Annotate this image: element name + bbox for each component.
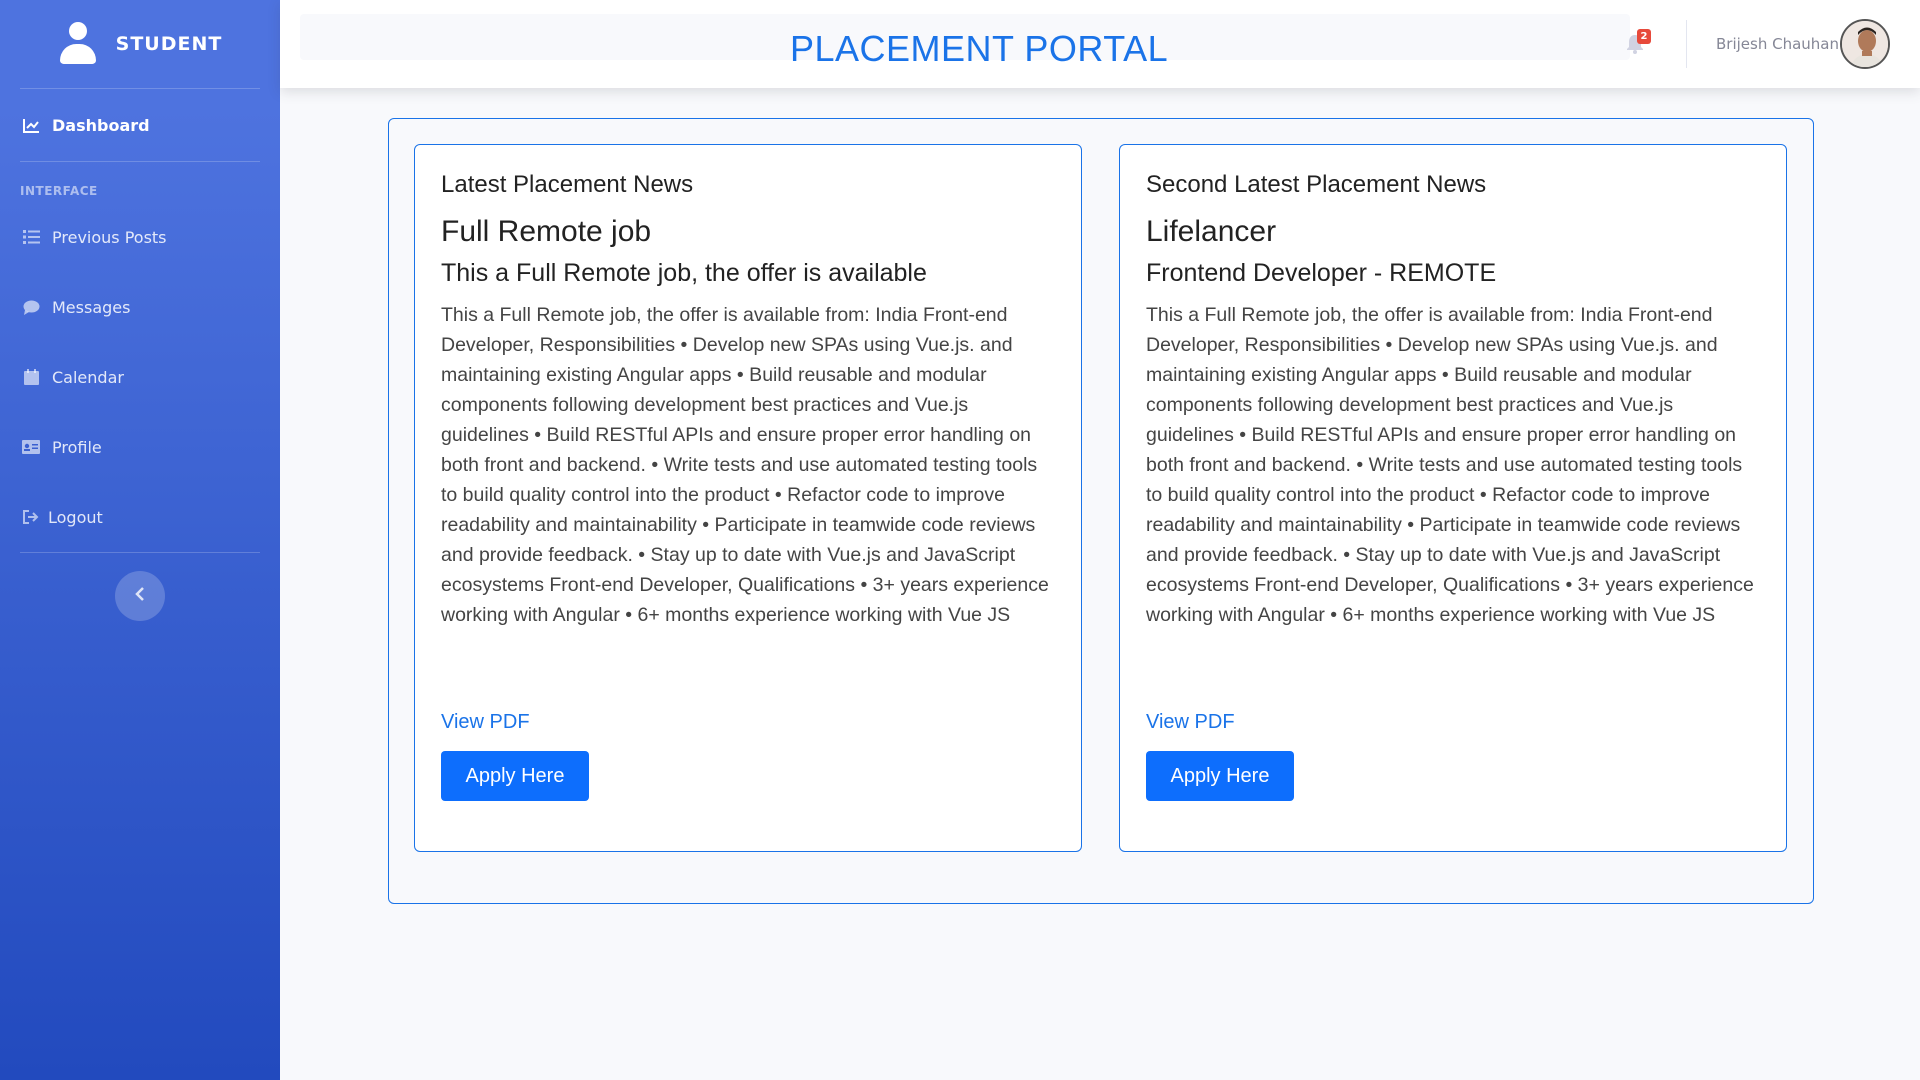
sidebar-item-messages[interactable]: Messages bbox=[0, 272, 280, 342]
card-section-title: Second Latest Placement News bbox=[1146, 171, 1487, 198]
user-name[interactable]: Brijesh Chauhan bbox=[1716, 35, 1839, 53]
sidebar-brand[interactable]: STUDENT bbox=[0, 0, 280, 88]
sidebar-item-profile[interactable]: Profile bbox=[0, 412, 280, 482]
sidebar-item-label: Logout bbox=[48, 507, 103, 527]
sidebar-toggle-button[interactable] bbox=[115, 571, 165, 621]
page-title: PLACEMENT PORTAL bbox=[790, 28, 1169, 69]
id-card-icon bbox=[22, 438, 40, 456]
view-pdf-link[interactable]: View PDF bbox=[1146, 711, 1235, 734]
sidebar-heading: INTERFACE bbox=[20, 184, 98, 198]
notification-badge: 2 bbox=[1637, 29, 1651, 44]
sidebar-item-label: Messages bbox=[52, 297, 131, 317]
sidebar-item-dashboard[interactable]: Dashboard bbox=[0, 89, 280, 161]
calendar-icon bbox=[22, 368, 40, 386]
sidebar-item-label: Dashboard bbox=[52, 115, 150, 135]
sidebar-divider bbox=[20, 552, 260, 553]
sidebar-item-logout[interactable]: Logout bbox=[0, 482, 280, 552]
job-subtitle: This a Full Remote job, the offer is ava… bbox=[441, 259, 927, 287]
list-icon bbox=[22, 228, 40, 246]
brand-label: STUDENT bbox=[115, 33, 223, 55]
news-card-second: Second Latest Placement News Lifelancer … bbox=[1119, 144, 1787, 852]
job-subtitle: Frontend Developer - REMOTE bbox=[1146, 259, 1497, 287]
card-section-title: Latest Placement News bbox=[441, 171, 694, 198]
sidebar-item-label: Profile bbox=[52, 437, 102, 457]
view-pdf-link[interactable]: View PDF bbox=[441, 711, 530, 734]
chart-line-icon bbox=[22, 116, 40, 134]
user-icon bbox=[58, 22, 98, 66]
job-description: This a Full Remote job, the offer is ava… bbox=[1146, 304, 1754, 626]
news-card-latest: Latest Placement News Full Remote job Th… bbox=[414, 144, 1082, 852]
comment-icon bbox=[22, 298, 40, 316]
sidebar-item-calendar[interactable]: Calendar bbox=[0, 342, 280, 412]
chevron-left-icon bbox=[134, 586, 146, 606]
avatar[interactable] bbox=[1840, 19, 1890, 69]
sign-out-icon bbox=[22, 508, 40, 526]
apply-button[interactable]: Apply Here bbox=[1146, 751, 1294, 801]
notifications-button[interactable]: 2 bbox=[1626, 29, 1651, 56]
sidebar-item-previous-posts[interactable]: Previous Posts bbox=[0, 202, 280, 272]
job-description: This a Full Remote job, the offer is ava… bbox=[441, 304, 1049, 626]
topbar-divider bbox=[1686, 20, 1687, 68]
job-title: Full Remote job bbox=[441, 215, 652, 248]
sidebar-item-label: Calendar bbox=[52, 367, 124, 387]
news-container: Latest Placement News Full Remote job Th… bbox=[388, 118, 1814, 904]
sidebar-item-label: Previous Posts bbox=[52, 227, 167, 247]
apply-button[interactable]: Apply Here bbox=[441, 751, 589, 801]
job-title: Lifelancer bbox=[1146, 215, 1277, 248]
topbar: PLACEMENT PORTAL 2 Brijesh Chauhan bbox=[280, 0, 1920, 88]
sidebar: STUDENT Dashboard INTERFACE Previous Pos… bbox=[0, 0, 280, 1080]
